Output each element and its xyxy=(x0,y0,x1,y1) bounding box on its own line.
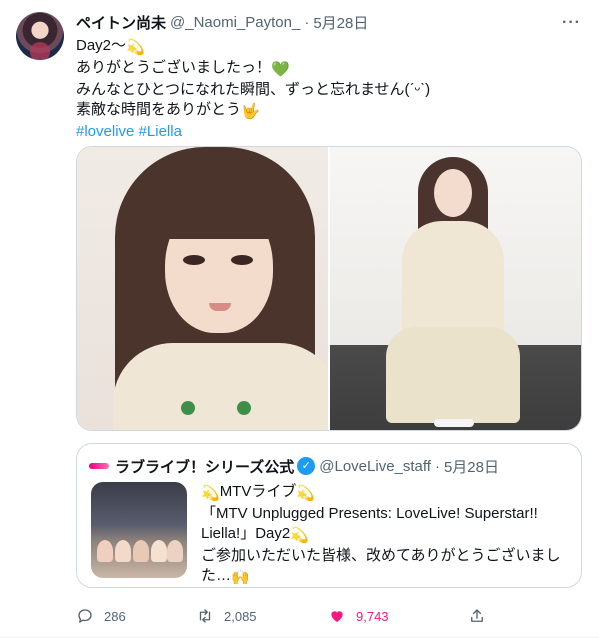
green-heart-icon: 💚 xyxy=(271,61,290,78)
tweet-line-2: ありがとうございましたっ！💚 xyxy=(76,59,290,78)
separator-dot: · xyxy=(304,13,310,31)
hashtag-lovelive[interactable]: #lovelive xyxy=(76,123,134,140)
quoted-display-name: ラブライブ！シリーズ公式 xyxy=(115,458,295,476)
quoted-line-4: ご参加いただいた皆様、改めてありがとうございまし xyxy=(201,547,561,564)
user-handle[interactable]: @_Naomi_Payton_ xyxy=(170,14,300,31)
quoted-line-1: 💫MTVライブ💫 xyxy=(201,483,316,502)
sparkle-icon: 💫 xyxy=(296,485,316,502)
tweet-line-1: Day2〜💫 xyxy=(76,37,145,56)
timestamp[interactable]: 5月28日 xyxy=(313,12,368,33)
reply-icon xyxy=(78,609,92,623)
quoted-line-3: Liella!」Day2💫 xyxy=(201,525,309,544)
retweet-count: 2,085 xyxy=(224,608,257,624)
more-options-icon[interactable]: ··· xyxy=(562,14,581,32)
photo-selfie[interactable] xyxy=(77,147,328,430)
quoted-timestamp: 5月28日 xyxy=(443,458,499,476)
reply-count: 286 xyxy=(104,608,126,624)
tweet-line-4: 素敵な時間をありがとう🤟 xyxy=(76,101,260,120)
media-grid xyxy=(76,146,582,431)
reply-button[interactable]: 286 xyxy=(76,607,196,625)
photo-full-body[interactable] xyxy=(330,147,581,430)
action-bar: 286 2,085 9,743 xyxy=(76,602,516,630)
lovelive-logo-icon xyxy=(89,460,109,472)
quoted-line-5: た…🙌 xyxy=(201,567,250,586)
sparkle-icon: 💫 xyxy=(201,485,220,502)
tweet-text: Day2〜💫 ありがとうございましたっ！💚 みんなとひとつになれた瞬間、ずっと忘… xyxy=(76,36,581,142)
share-icon xyxy=(471,609,483,622)
quoted-line-2: 「MTV Unplugged Presents: LoveLive! Super… xyxy=(201,505,538,522)
tweet[interactable]: ペイトン尚未 @_Naomi_Payton_ · 5月28日 ··· Day2〜… xyxy=(0,0,599,638)
quoted-thumbnail xyxy=(91,482,187,578)
like-button[interactable]: 9,743 xyxy=(328,607,468,625)
hashtag-line: #lovelive #Liella xyxy=(76,122,581,142)
hashtag-liella[interactable]: #Liella xyxy=(139,123,182,140)
quoted-user-handle: @LoveLive_staff xyxy=(319,457,431,475)
retweet-icon xyxy=(199,609,211,623)
quoted-text: 💫MTVライブ💫 「MTV Unplugged Presents: LoveLi… xyxy=(201,482,573,588)
display-name[interactable]: ペイトン尚未 xyxy=(76,12,166,33)
separator-dot: · xyxy=(434,457,440,475)
heart-icon xyxy=(331,611,343,622)
raised-hands-icon: 🙌 xyxy=(231,569,250,586)
love-you-gesture-icon: 🤟 xyxy=(241,103,260,120)
tweet-header: ペイトン尚未 @_Naomi_Payton_ · 5月28日 xyxy=(76,12,583,32)
share-button[interactable] xyxy=(468,607,498,625)
sparkle-icon: 💫 xyxy=(126,39,145,56)
retweet-button[interactable]: 2,085 xyxy=(196,607,328,625)
quoted-tweet[interactable]: ラブライブ！シリーズ公式 ✓ @LoveLive_staff · 5月28日 💫… xyxy=(76,443,582,588)
verified-badge-icon: ✓ xyxy=(297,457,316,475)
avatar[interactable] xyxy=(16,12,64,60)
tweet-line-3: みんなとひとつになれた瞬間、ずっと忘れません(ˊᵕˋ) xyxy=(76,81,431,98)
like-count: 9,743 xyxy=(356,608,389,624)
quoted-tweet-header: ラブライブ！シリーズ公式 ✓ @LoveLive_staff · 5月28日 xyxy=(89,456,569,476)
sparkle-icon: 💫 xyxy=(290,527,309,544)
